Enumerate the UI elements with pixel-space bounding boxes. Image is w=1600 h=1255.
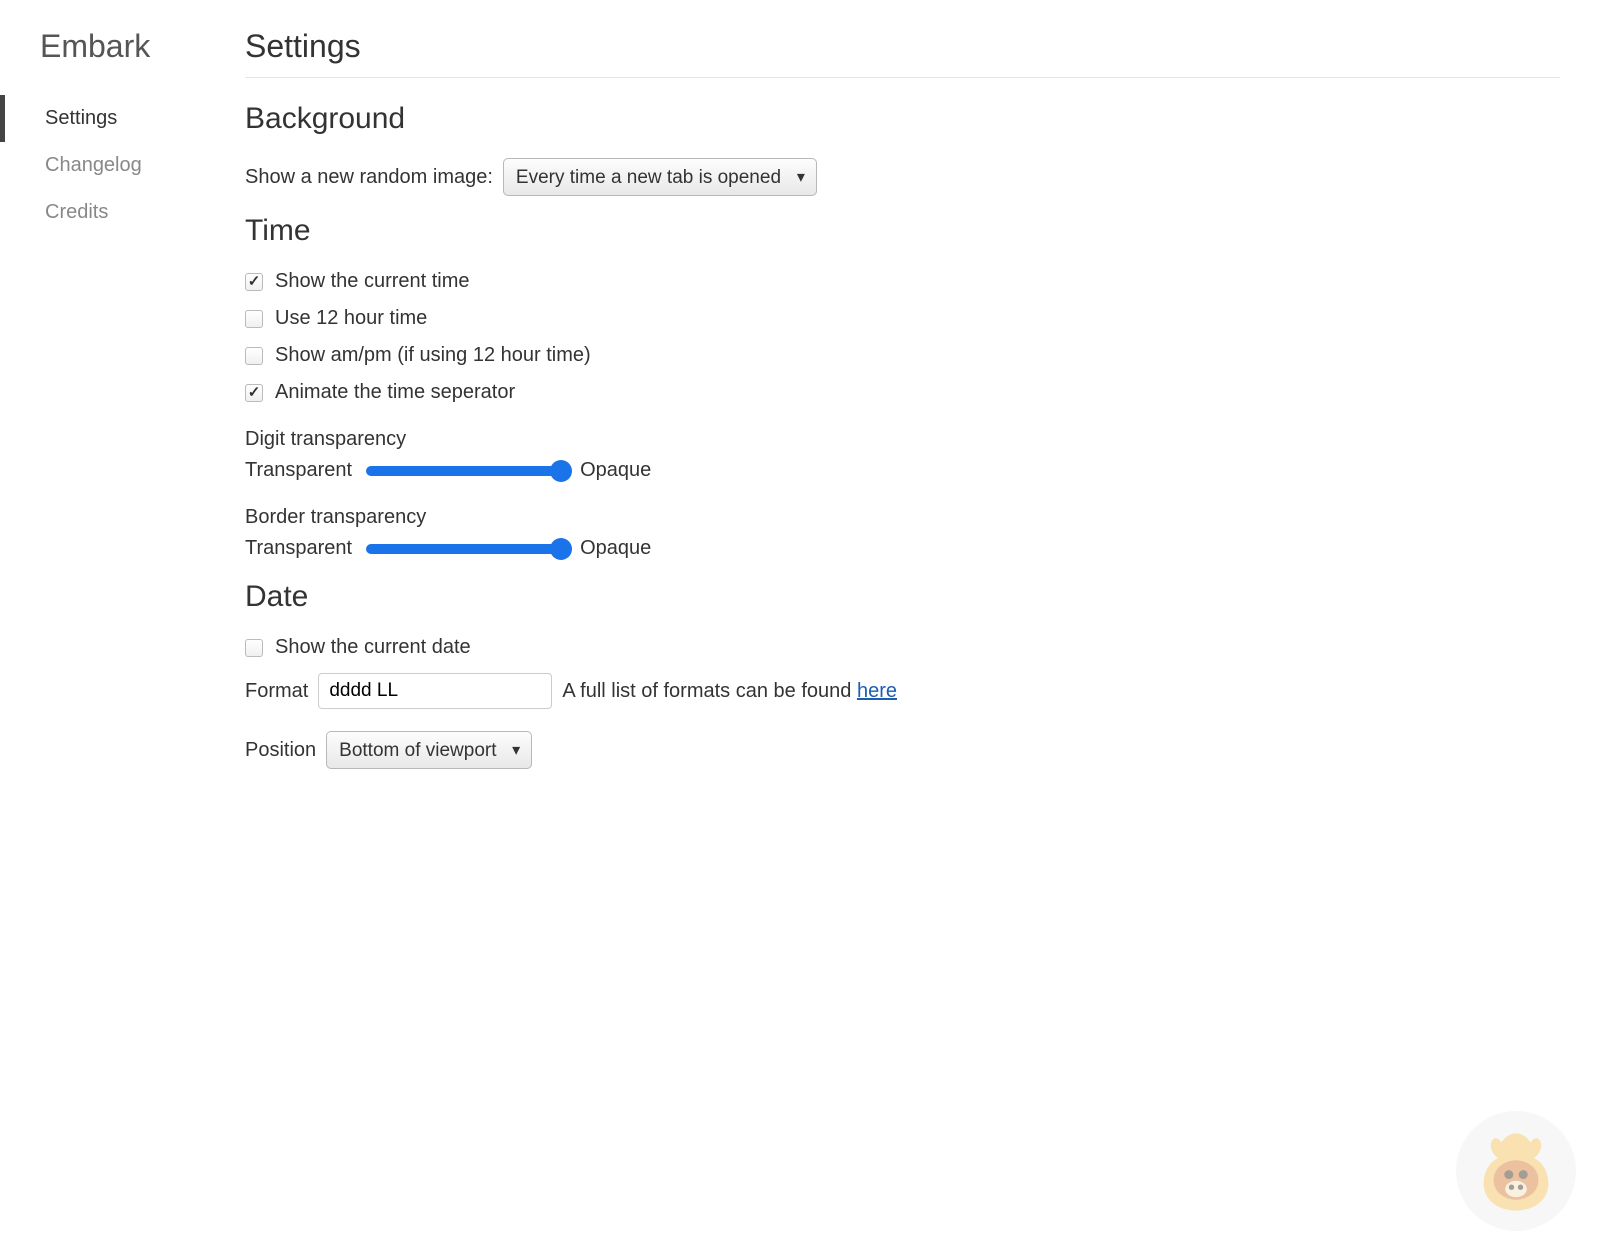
watermark-logo-icon: [1456, 1111, 1576, 1231]
sidebar-item-label: Settings: [45, 107, 117, 129]
section-heading-time: Time: [245, 214, 1560, 248]
slider-max-label: Opaque: [580, 537, 651, 560]
section-heading-background: Background: [245, 102, 1560, 136]
digit-transparency-label: Digit transparency: [245, 428, 1560, 451]
slider-min-label: Transparent: [245, 459, 352, 482]
date-format-hint: A full list of formats can be found here: [562, 680, 897, 703]
checkbox-label: Show the current time: [275, 270, 470, 293]
checkbox-label: Show am/pm (if using 12 hour time): [275, 344, 591, 367]
time-option-show-current-time[interactable]: Show the current time: [245, 270, 1560, 293]
slider-thumb-icon[interactable]: [550, 460, 572, 482]
date-position-select[interactable]: Bottom of viewport: [326, 731, 532, 769]
date-format-row: Format A full list of formats can be fou…: [245, 673, 1560, 709]
sidebar-item-label: Credits: [45, 201, 108, 223]
date-format-input[interactable]: [318, 673, 552, 709]
app-title: Embark: [0, 28, 245, 85]
slider-thumb-icon[interactable]: [550, 538, 572, 560]
date-option-show-current-date[interactable]: Show the current date: [245, 636, 1560, 659]
slider-min-label: Transparent: [245, 537, 352, 560]
time-option-12-hour[interactable]: Use 12 hour time: [245, 307, 1560, 330]
date-position-label: Position: [245, 739, 316, 762]
sidebar-item-changelog[interactable]: Changelog: [0, 142, 245, 189]
time-option-animate-separator[interactable]: Animate the time seperator: [245, 381, 1560, 404]
background-random-image-row: Show a new random image: Every time a ne…: [245, 158, 1560, 196]
format-hint-text: A full list of formats can be found: [562, 680, 857, 702]
border-transparency-label: Border transparency: [245, 506, 1560, 529]
slider-max-label: Opaque: [580, 459, 651, 482]
section-heading-date: Date: [245, 580, 1560, 614]
sidebar: Embark Settings Changelog Credits: [0, 0, 245, 1255]
checkbox-icon[interactable]: [245, 347, 263, 365]
sidebar-item-settings[interactable]: Settings: [0, 95, 245, 142]
page-title: Settings: [245, 28, 1560, 78]
main-content: Settings Background Show a new random im…: [245, 0, 1600, 1255]
date-format-help-link[interactable]: here: [857, 680, 897, 702]
checkbox-icon[interactable]: [245, 639, 263, 657]
random-image-label: Show a new random image:: [245, 166, 493, 189]
digit-transparency-slider[interactable]: [366, 466, 566, 476]
checkbox-label: Show the current date: [275, 636, 471, 659]
checkbox-icon[interactable]: [245, 273, 263, 291]
date-format-label: Format: [245, 680, 308, 703]
random-image-select[interactable]: Every time a new tab is opened: [503, 158, 817, 196]
border-transparency-slider[interactable]: [366, 544, 566, 554]
sidebar-item-label: Changelog: [45, 154, 142, 176]
sidebar-item-credits[interactable]: Credits: [0, 189, 245, 236]
checkbox-icon[interactable]: [245, 384, 263, 402]
checkbox-label: Animate the time seperator: [275, 381, 515, 404]
border-transparency-group: Border transparency Transparent Opaque: [245, 506, 1560, 560]
time-option-am-pm[interactable]: Show am/pm (if using 12 hour time): [245, 344, 1560, 367]
date-position-row: Position Bottom of viewport: [245, 731, 1560, 769]
checkbox-label: Use 12 hour time: [275, 307, 427, 330]
checkbox-icon[interactable]: [245, 310, 263, 328]
digit-transparency-group: Digit transparency Transparent Opaque: [245, 428, 1560, 482]
